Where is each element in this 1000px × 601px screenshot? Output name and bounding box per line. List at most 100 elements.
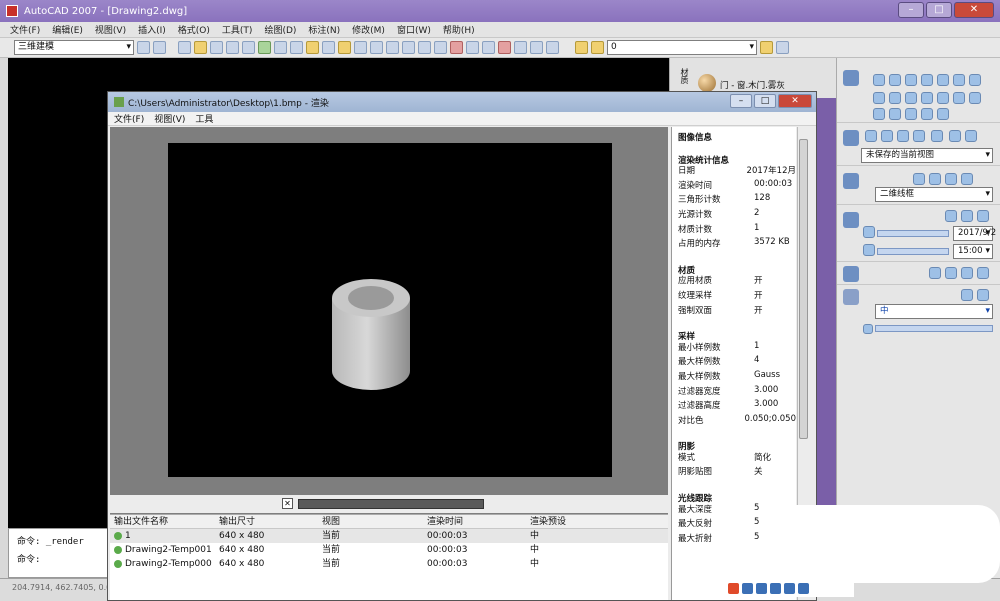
- plot-preview-icon[interactable]: [242, 41, 255, 54]
- sogou-ime-icon[interactable]: [728, 582, 739, 594]
- light-list-icon[interactable]: [977, 210, 989, 222]
- render-menu-item-1[interactable]: 视图(V): [154, 112, 185, 125]
- history-column-header[interactable]: 输出文件名称: [110, 515, 215, 528]
- print-icon[interactable]: [226, 41, 239, 54]
- materials-window-icon[interactable]: [977, 267, 989, 279]
- render-maximize-button[interactable]: □: [754, 94, 776, 108]
- sun-icon[interactable]: [945, 210, 957, 222]
- menu-item-10[interactable]: 帮助(H): [443, 23, 475, 36]
- history-column-header[interactable]: 输出尺寸: [215, 515, 318, 528]
- imprint-icon[interactable]: [921, 108, 933, 120]
- render-menu-item-0[interactable]: 文件(F): [114, 112, 144, 125]
- close-button[interactable]: ✕: [954, 2, 994, 18]
- layer-select[interactable]: 0: [607, 40, 757, 55]
- tool-palettes-icon[interactable]: [482, 41, 495, 54]
- section-icon[interactable]: [889, 108, 901, 120]
- scroll-thumb[interactable]: [799, 139, 808, 439]
- parallel-icon[interactable]: [965, 130, 977, 142]
- pan-icon[interactable]: [386, 41, 399, 54]
- wedge-icon[interactable]: [937, 74, 949, 86]
- minimize-button[interactable]: –: [898, 2, 924, 18]
- torus-icon[interactable]: [953, 74, 965, 86]
- box-icon[interactable]: [873, 74, 885, 86]
- 3d-pan-icon[interactable]: [881, 130, 893, 142]
- layer-previous-icon[interactable]: [776, 41, 789, 54]
- slice-icon[interactable]: [873, 108, 885, 120]
- time-field[interactable]: 15:00: [953, 244, 993, 259]
- punctuation-icon[interactable]: [756, 582, 767, 594]
- workspace-select[interactable]: 三维建模: [14, 40, 134, 55]
- sweep-icon[interactable]: [905, 92, 917, 104]
- sphere-icon[interactable]: [889, 74, 901, 86]
- 3d-zoom-icon[interactable]: [897, 130, 909, 142]
- history-column-header[interactable]: 渲染预设: [526, 515, 626, 528]
- history-row[interactable]: Drawing2-Temp000 640 x 480 当前 00:00:03 中: [110, 557, 668, 571]
- menu-item-7[interactable]: 标注(N): [308, 23, 340, 36]
- walk-icon[interactable]: [913, 130, 925, 142]
- menu-item-1[interactable]: 编辑(E): [52, 23, 83, 36]
- publish-icon[interactable]: [258, 41, 271, 54]
- sheet-set-icon[interactable]: [498, 41, 511, 54]
- menu-item-4[interactable]: 格式(O): [178, 23, 210, 36]
- date-field[interactable]: 2017/9/2: [953, 226, 996, 241]
- redo-icon[interactable]: [370, 41, 383, 54]
- open-file-icon[interactable]: [194, 41, 207, 54]
- markup-icon[interactable]: [514, 41, 527, 54]
- loft-icon[interactable]: [921, 92, 933, 104]
- cut-icon[interactable]: [274, 41, 287, 54]
- menu-item-5[interactable]: 工具(T): [222, 23, 253, 36]
- help-icon[interactable]: [546, 41, 559, 54]
- time-slider[interactable]: [877, 248, 949, 255]
- properties-icon[interactable]: [450, 41, 463, 54]
- zoom-window-icon[interactable]: [418, 41, 431, 54]
- zoom-realtime-icon[interactable]: [402, 41, 415, 54]
- render-window-icon[interactable]: [977, 289, 989, 301]
- design-center-icon[interactable]: [466, 41, 479, 54]
- render-cancel-icon[interactable]: [863, 324, 873, 334]
- paste-icon[interactable]: [306, 41, 319, 54]
- 3d-orbit-icon[interactable]: [865, 130, 877, 142]
- layer-freeze-icon[interactable]: [591, 41, 604, 54]
- visual-style-select[interactable]: 二维线框: [875, 187, 993, 202]
- skin-icon[interactable]: [784, 582, 795, 594]
- material-browser-icon[interactable]: [929, 267, 941, 279]
- render-menu-item-2[interactable]: 工具: [195, 112, 213, 125]
- menu-item-3[interactable]: 插入(I): [138, 23, 166, 36]
- block-editor-icon[interactable]: [338, 41, 351, 54]
- date-slider[interactable]: [877, 230, 949, 237]
- wireframe-icon[interactable]: [913, 173, 925, 185]
- command-prompt[interactable]: 命令:: [9, 547, 107, 565]
- render-preset-select[interactable]: 中: [875, 304, 993, 319]
- copy-icon[interactable]: [290, 41, 303, 54]
- revolve-icon[interactable]: [889, 92, 901, 104]
- menu-item-2[interactable]: 视图(V): [95, 23, 126, 36]
- zoom-previous-icon[interactable]: [434, 41, 447, 54]
- history-column-header[interactable]: 视图: [318, 515, 423, 528]
- history-row[interactable]: 1 640 x 480 当前 00:00:03 中: [110, 529, 668, 543]
- history-row[interactable]: Drawing2-Temp001 640 x 480 当前 00:00:03 中: [110, 543, 668, 557]
- menu-item-0[interactable]: 文件(F): [10, 23, 40, 36]
- pyramid-icon[interactable]: [969, 74, 981, 86]
- ime-mode-icon[interactable]: [742, 582, 753, 594]
- perspective-icon[interactable]: [949, 130, 961, 142]
- workspace-settings-icon[interactable]: [137, 41, 150, 54]
- layer-on-icon[interactable]: [575, 41, 588, 54]
- subtract-icon[interactable]: [953, 92, 965, 104]
- tools-icon[interactable]: [798, 582, 809, 594]
- extrude-icon[interactable]: [873, 92, 885, 104]
- sun-properties-icon[interactable]: [961, 210, 973, 222]
- union-icon[interactable]: [937, 92, 949, 104]
- conceptual-icon[interactable]: [945, 173, 957, 185]
- match-properties-icon[interactable]: [322, 41, 335, 54]
- command-window[interactable]: 命令: _render 命令:: [8, 528, 108, 578]
- cone-icon[interactable]: [921, 74, 933, 86]
- material-attach-icon[interactable]: [961, 267, 973, 279]
- view-select[interactable]: 未保存的当前视图: [861, 148, 993, 163]
- workspace-icon[interactable]: [153, 41, 166, 54]
- calculator-icon[interactable]: [530, 41, 543, 54]
- separate-icon[interactable]: [937, 108, 949, 120]
- material-map-icon[interactable]: [945, 267, 957, 279]
- thicken-icon[interactable]: [905, 108, 917, 120]
- cylinder-icon[interactable]: [905, 74, 917, 86]
- new-file-icon[interactable]: [178, 41, 191, 54]
